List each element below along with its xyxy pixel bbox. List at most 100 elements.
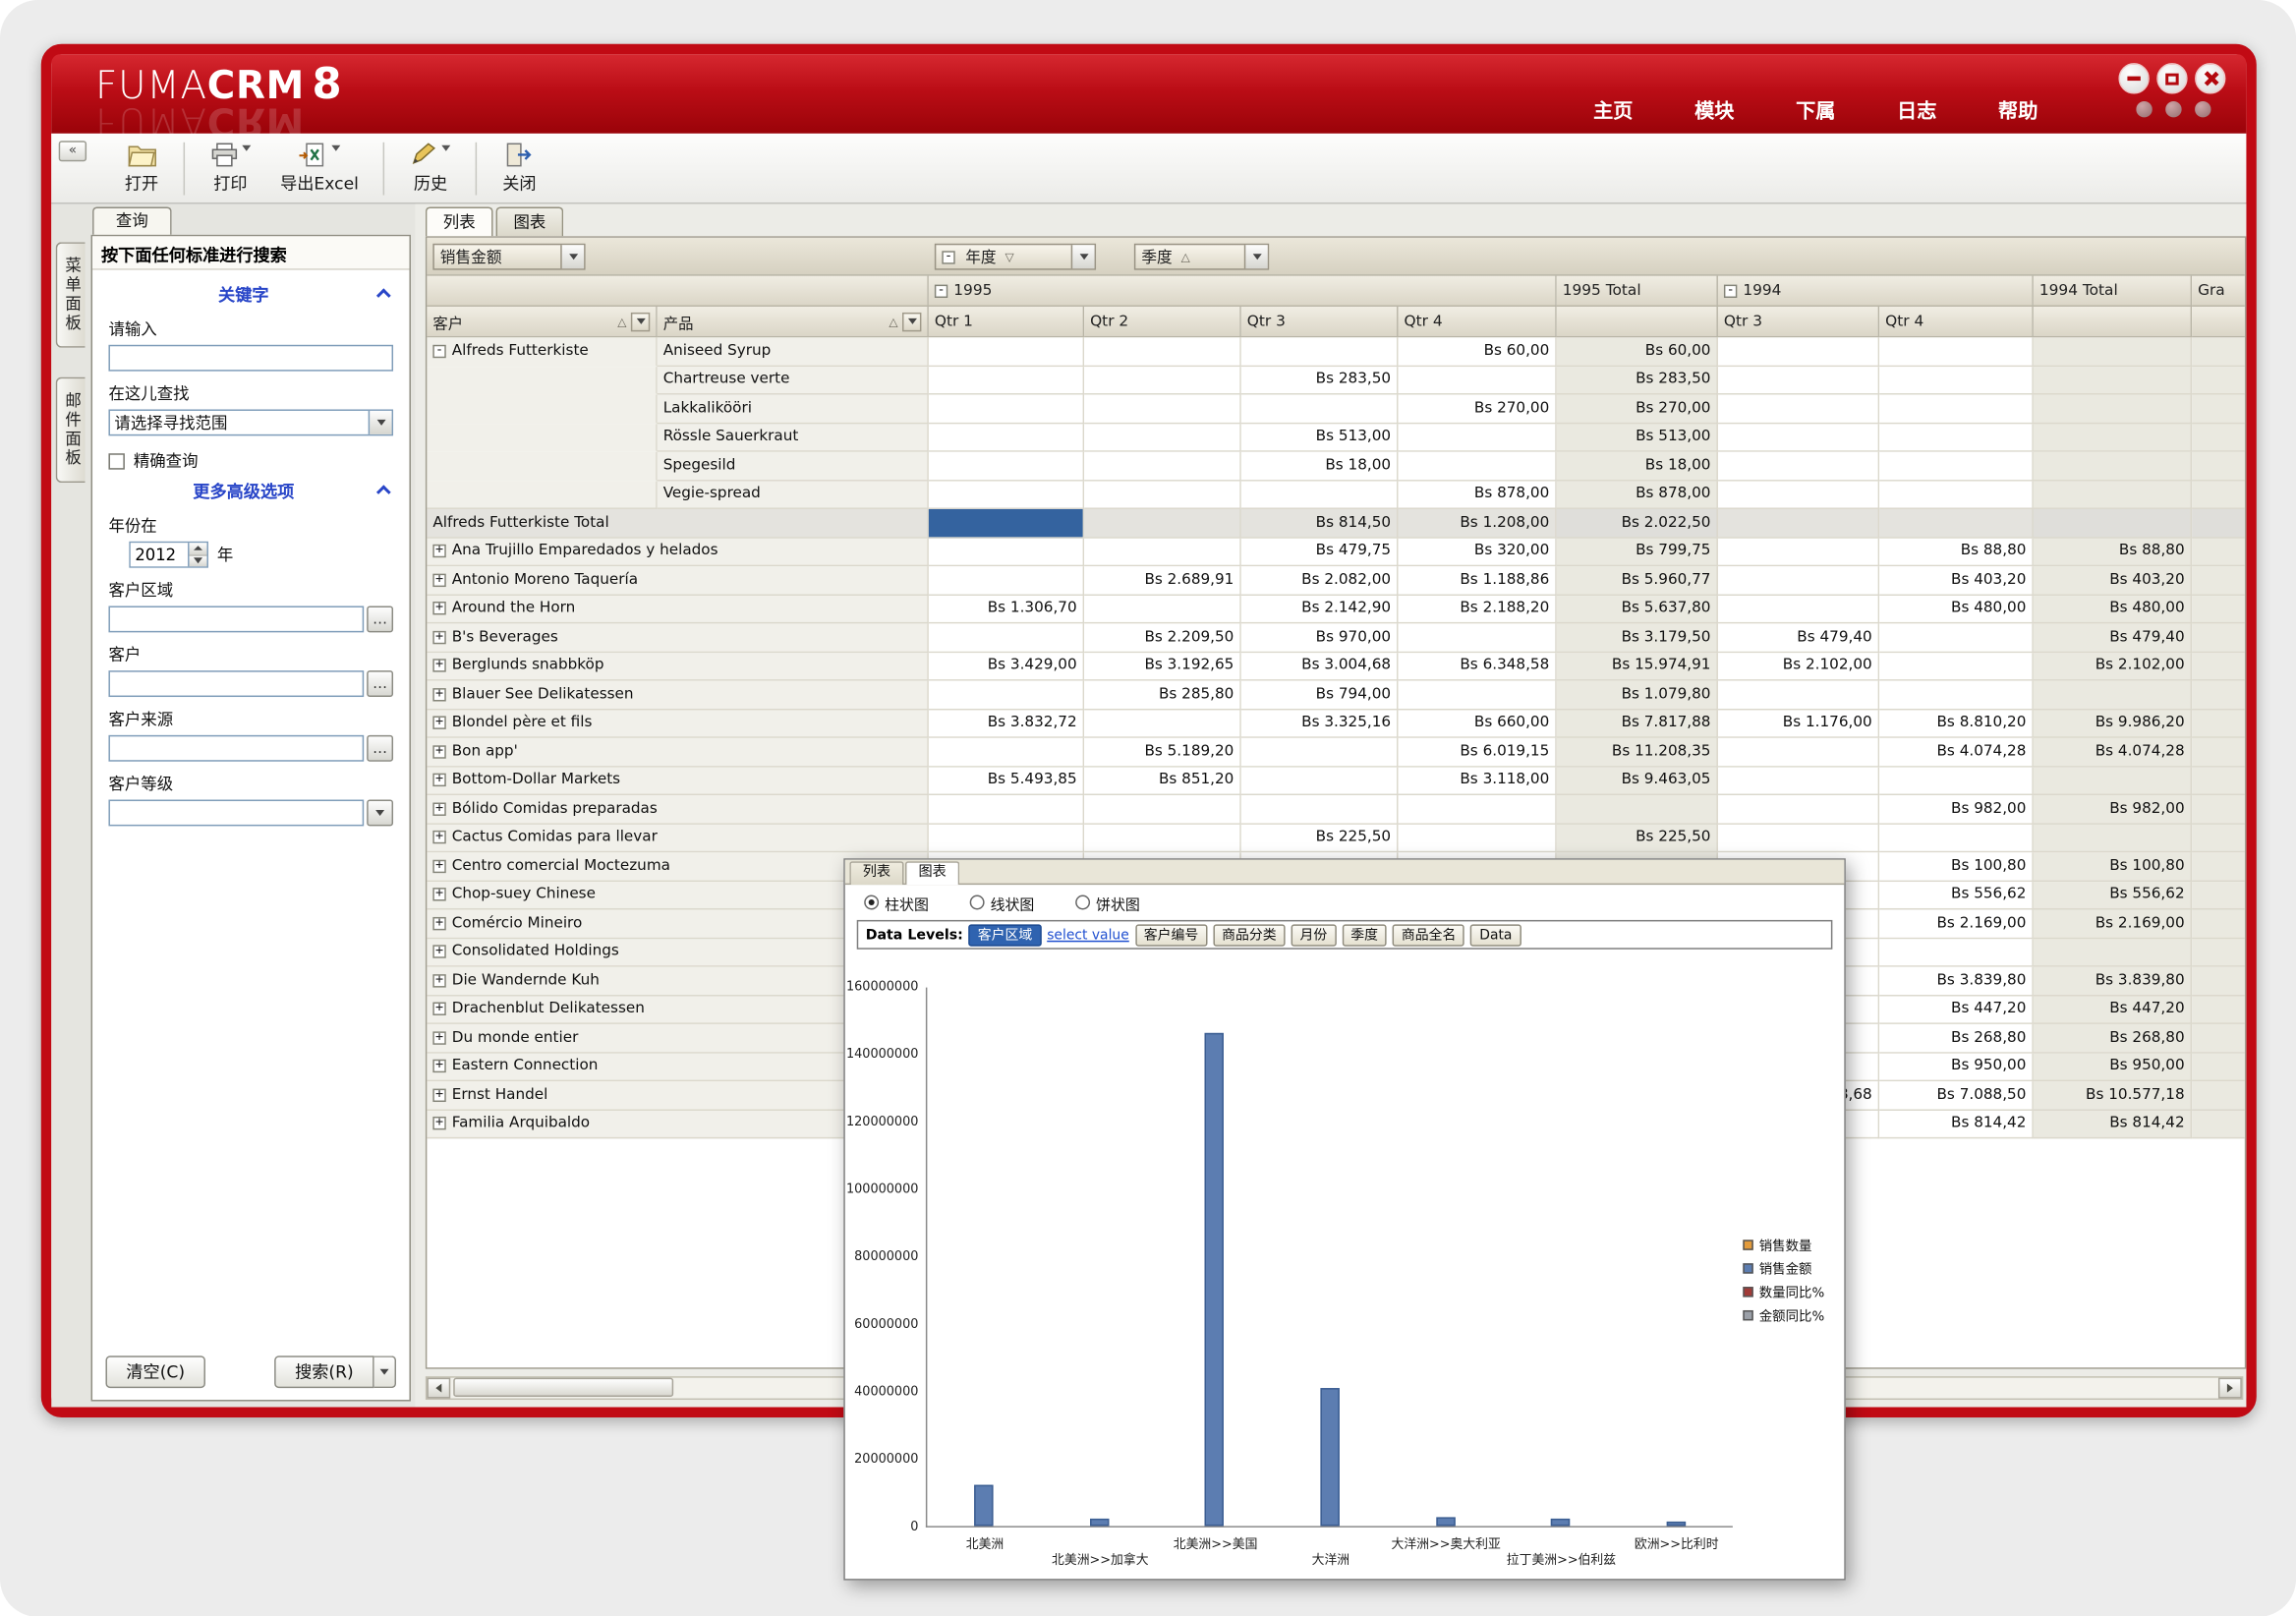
pivot-cell[interactable] — [1241, 767, 1399, 795]
pivot-cell[interactable] — [929, 623, 1084, 652]
pivot-cell[interactable]: Bs 268,80 — [1879, 1024, 2034, 1053]
pivot-cell[interactable]: Bs 1.079,80 — [1557, 681, 1718, 710]
pivot-cell[interactable]: Bs 18,00 — [1241, 452, 1399, 481]
restore-button[interactable] — [2156, 63, 2187, 93]
data-level-button[interactable]: 月份 — [1292, 924, 1337, 946]
toolbar-button-history[interactable]: 历史 — [395, 138, 466, 198]
spin-down-button[interactable] — [190, 553, 207, 566]
chart-type-option[interactable]: 饼状图 — [1075, 892, 1140, 913]
expand-icon[interactable]: + — [432, 859, 445, 872]
pivot-cell[interactable] — [2192, 681, 2246, 710]
pivot-cell[interactable]: Bs 479,75 — [1241, 538, 1399, 566]
pivot-cell[interactable]: Bs 982,00 — [1879, 795, 2034, 824]
pivot-cell[interactable] — [929, 681, 1084, 710]
expand-icon[interactable]: + — [432, 917, 445, 930]
pivot-cell[interactable]: Bs 2.188,20 — [1399, 595, 1557, 623]
expand-icon[interactable]: + — [432, 660, 445, 672]
pivot-cell[interactable]: Bs 3.325,16 — [1241, 710, 1399, 738]
pivot-cell[interactable]: Bs 6.019,15 — [1399, 738, 1557, 767]
data-level-button[interactable]: 商品分类 — [1213, 924, 1285, 946]
chart-type-option[interactable]: 柱状图 — [864, 892, 929, 913]
row-header-cell[interactable]: +Bólido Comidas preparadas — [427, 795, 929, 824]
pivot-cell[interactable] — [1718, 595, 1879, 623]
pivot-cell[interactable]: Bs 1.306,70 — [929, 595, 1084, 623]
pivot-cell[interactable] — [1718, 566, 1879, 595]
pivot-cell[interactable] — [929, 538, 1084, 566]
collapse-icon[interactable]: - — [432, 344, 445, 357]
pivot-cell[interactable] — [2192, 824, 2246, 852]
pivot-cell[interactable]: Bs 480,00 — [1879, 595, 2034, 623]
customer-cell[interactable] — [427, 481, 657, 509]
pivot-cell[interactable] — [1718, 424, 1879, 452]
pivot-cell[interactable]: Bs 1.208,00 — [1399, 509, 1557, 538]
expand-icon[interactable]: + — [432, 602, 445, 614]
product-cell[interactable]: Aniseed Syrup — [658, 337, 929, 366]
pivot-cell[interactable]: Bs 3.839,80 — [2034, 967, 2192, 996]
pivot-cell[interactable] — [1241, 795, 1399, 824]
pivot-cell[interactable] — [1879, 939, 2034, 967]
lookin-select[interactable]: 请选择寻找范围 — [108, 409, 393, 435]
titlebar-menu-item[interactable]: 帮助 — [1998, 94, 2038, 124]
col-header-1995-qtr2[interactable]: Qtr 2 — [1084, 307, 1241, 337]
pivot-cell[interactable] — [2192, 939, 2246, 967]
pivot-cell[interactable] — [1718, 538, 1879, 566]
pivot-cell[interactable] — [929, 509, 1084, 538]
pivot-cell[interactable] — [1879, 366, 2034, 394]
col-header-grand[interactable] — [2192, 307, 2246, 337]
col-header-1995-qtr4[interactable]: Qtr 4 — [1399, 307, 1557, 337]
pivot-cell[interactable]: Bs 2.102,00 — [1718, 653, 1879, 681]
product-cell[interactable]: Spegesild — [658, 452, 929, 481]
pivot-cell[interactable] — [2034, 509, 2192, 538]
chevron-up-icon[interactable] — [376, 288, 391, 303]
pivot-cell[interactable]: Bs 3.839,80 — [1879, 967, 2034, 996]
chart-bar[interactable] — [1320, 1388, 1339, 1526]
expand-icon[interactable]: + — [432, 630, 445, 643]
data-level-button[interactable]: 季度 — [1342, 924, 1387, 946]
side-tab-menu-panel[interactable]: 菜单面板 — [56, 242, 86, 347]
pivot-cell[interactable]: Bs 403,20 — [1879, 566, 2034, 595]
search-dropdown-button[interactable] — [374, 1356, 396, 1388]
pivot-cell[interactable] — [1399, 452, 1557, 481]
expand-icon[interactable]: + — [432, 1117, 445, 1129]
pivot-cell[interactable]: Bs 513,00 — [1241, 424, 1399, 452]
pivot-cell[interactable]: Bs 5.637,80 — [1557, 595, 1718, 623]
pivot-cell[interactable]: Bs 3.832,72 — [929, 710, 1084, 738]
pivot-cell[interactable] — [2192, 967, 2246, 996]
pivot-cell[interactable] — [929, 366, 1084, 394]
pivot-cell[interactable] — [2192, 653, 2246, 681]
pivot-cell[interactable]: Bs 5.960,77 — [1557, 566, 1718, 595]
search-button[interactable]: 搜索(R) — [274, 1356, 373, 1388]
customer-cell[interactable] — [427, 395, 657, 424]
pivot-cell[interactable]: Bs 950,00 — [2034, 1053, 2192, 1081]
row-header-cell[interactable]: +Antonio Moreno Taquería — [427, 566, 929, 595]
col-header-1995-qtr3[interactable]: Qtr 3 — [1241, 307, 1399, 337]
product-cell[interactable]: Lakkalikööri — [658, 395, 929, 424]
row-header-cell[interactable]: +Blauer See Delikatessen — [427, 681, 929, 710]
pivot-cell[interactable]: Bs 4.074,28 — [2034, 738, 2192, 767]
pivot-cell[interactable] — [1718, 738, 1879, 767]
pivot-cell[interactable] — [2034, 681, 2192, 710]
pivot-cell[interactable] — [2034, 424, 2192, 452]
pivot-cell[interactable] — [2192, 566, 2246, 595]
pivot-cell[interactable] — [2192, 909, 2246, 938]
product-cell[interactable]: Vegie-spread — [658, 481, 929, 509]
pivot-cell[interactable] — [1879, 509, 2034, 538]
field-input[interactable] — [108, 670, 364, 697]
pivot-cell[interactable] — [2192, 452, 2246, 481]
pivot-cell[interactable] — [1879, 623, 2034, 652]
col-header-1994-qtr4[interactable]: Qtr 4 — [1879, 307, 2034, 337]
chart-bar[interactable] — [1551, 1519, 1570, 1526]
chevron-down-icon[interactable] — [1244, 245, 1268, 268]
pivot-cell[interactable] — [929, 566, 1084, 595]
ellipsis-button[interactable]: … — [367, 670, 393, 697]
side-tab-mail-panel[interactable]: 邮件面板 — [56, 377, 86, 483]
pivot-cell[interactable]: Bs 851,20 — [1084, 767, 1241, 795]
pivot-cell[interactable]: Bs 970,00 — [1241, 623, 1399, 652]
row-header-cell[interactable]: +Berglunds snabbköp — [427, 653, 929, 681]
chevron-down-icon[interactable] — [442, 145, 451, 151]
pivot-cell[interactable] — [2192, 881, 2246, 909]
pivot-cell[interactable]: Bs 10.577,18 — [2034, 1081, 2192, 1110]
pivot-cell[interactable] — [2192, 996, 2246, 1024]
expand-icon[interactable]: + — [432, 1031, 445, 1044]
customer-column-header[interactable]: 客户△ — [427, 307, 657, 337]
